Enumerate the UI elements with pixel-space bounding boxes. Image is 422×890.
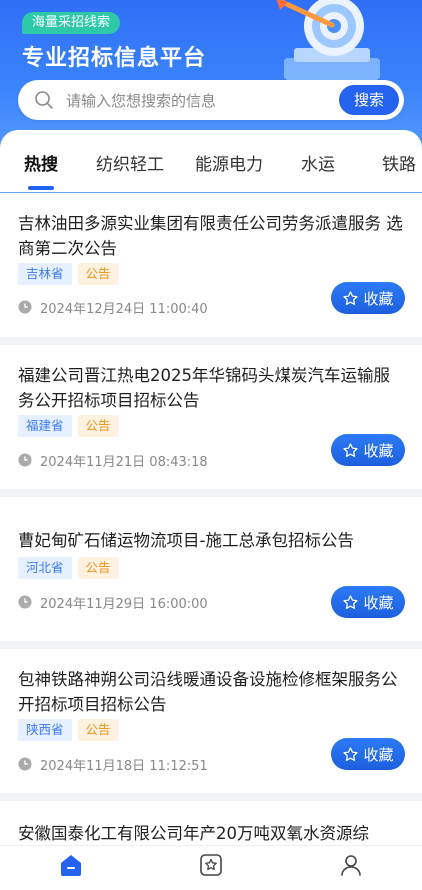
page-title: 专业招标信息平台 [22,46,207,71]
star-icon [343,746,359,761]
publish-time: 2024年11月21日 08:43:18 [40,454,208,470]
notice-title: 包神铁路神朔公司沿线暖通设备设施检修框架服务公开招标项目招标公告 [18,670,398,714]
notice-title: 曹妃甸矿石储运物流项目-施工总承包招标公告 [18,531,354,550]
search-bar: 搜索 [18,80,404,120]
type-badge: 公告 [77,415,119,437]
list-item[interactable]: 曹妃甸矿石储运物流项目-施工总承包招标公告 河北省 公告 2024年11月29日… [0,497,422,641]
clock-icon [18,300,32,314]
type-badge: 公告 [77,263,119,285]
search-icon [35,91,53,109]
tab-hot[interactable]: 热搜 [24,150,58,175]
header-tag: 海量采招线索 [22,12,121,34]
search-input[interactable] [64,88,328,114]
star-icon [343,290,359,305]
province-badge: 河北省 [18,557,72,579]
tab-textile[interactable]: 纺织轻工 [96,150,164,175]
star-icon [343,594,359,609]
province-badge: 陕西省 [18,719,72,741]
star-icon [343,442,359,457]
tab-water-transport[interactable]: 水运 [301,150,335,175]
type-badge: 公告 [77,719,119,741]
list-item[interactable]: 福建公司晋江热电2025年华锦码头煤炭汽车运输服务公开招标项目招标公告 福建省 … [0,345,422,489]
star-box-icon [200,854,222,876]
province-badge: 福建省 [18,415,72,437]
category-tabs: 热搜 纺织轻工 能源电力 水运 铁路 [0,130,422,192]
active-tab-indicator [28,186,54,190]
notice-title: 安徽国泰化工有限公司年产20万吨双氧水资源综 [18,824,369,843]
nav-home[interactable] [41,852,101,878]
list-item[interactable]: 吉林油田多源实业集团有限责任公司劳务派遣服务 选商第二次公告 吉林省 公告 20… [0,193,422,337]
notice-title: 吉林油田多源实业集团有限责任公司劳务派遣服务 选商第二次公告 [18,214,403,258]
clock-icon [18,757,32,771]
type-badge: 公告 [77,557,119,579]
clock-icon [18,453,32,467]
tab-railway[interactable]: 铁路 [382,150,416,175]
favorite-label: 收藏 [363,289,394,308]
favorite-button[interactable]: 收藏 [331,738,405,770]
home-icon [61,855,81,876]
search-button[interactable]: 搜索 [339,85,399,115]
province-badge: 吉林省 [18,263,72,285]
publish-time: 2024年11月29日 16:00:00 [40,596,208,612]
favorite-button[interactable]: 收藏 [331,282,405,314]
favorite-button[interactable]: 收藏 [331,434,405,466]
list-item[interactable]: 安徽国泰化工有限公司年产20万吨双氧水资源综 [0,801,422,845]
notice-title: 福建公司晋江热电2025年华锦码头煤炭汽车运输服务公开招标项目招标公告 [18,366,390,410]
list-item[interactable]: 包神铁路神朔公司沿线暖通设备设施检修框架服务公开招标项目招标公告 陕西省 公告 … [0,649,422,793]
tab-energy[interactable]: 能源电力 [195,150,263,175]
favorite-label: 收藏 [363,441,394,460]
favorite-label: 收藏 [363,593,394,612]
clock-icon [18,595,32,609]
publish-time: 2024年12月24日 11:00:40 [40,301,208,317]
publish-time: 2024年11月18日 11:12:51 [40,758,208,774]
bottom-navigation [0,845,422,890]
favorite-button[interactable]: 收藏 [331,586,405,618]
nav-favorites[interactable] [181,852,241,878]
nav-profile[interactable] [321,852,381,878]
user-icon [341,855,361,876]
target-illustration-icon [276,0,380,80]
favorite-label: 收藏 [363,745,394,764]
